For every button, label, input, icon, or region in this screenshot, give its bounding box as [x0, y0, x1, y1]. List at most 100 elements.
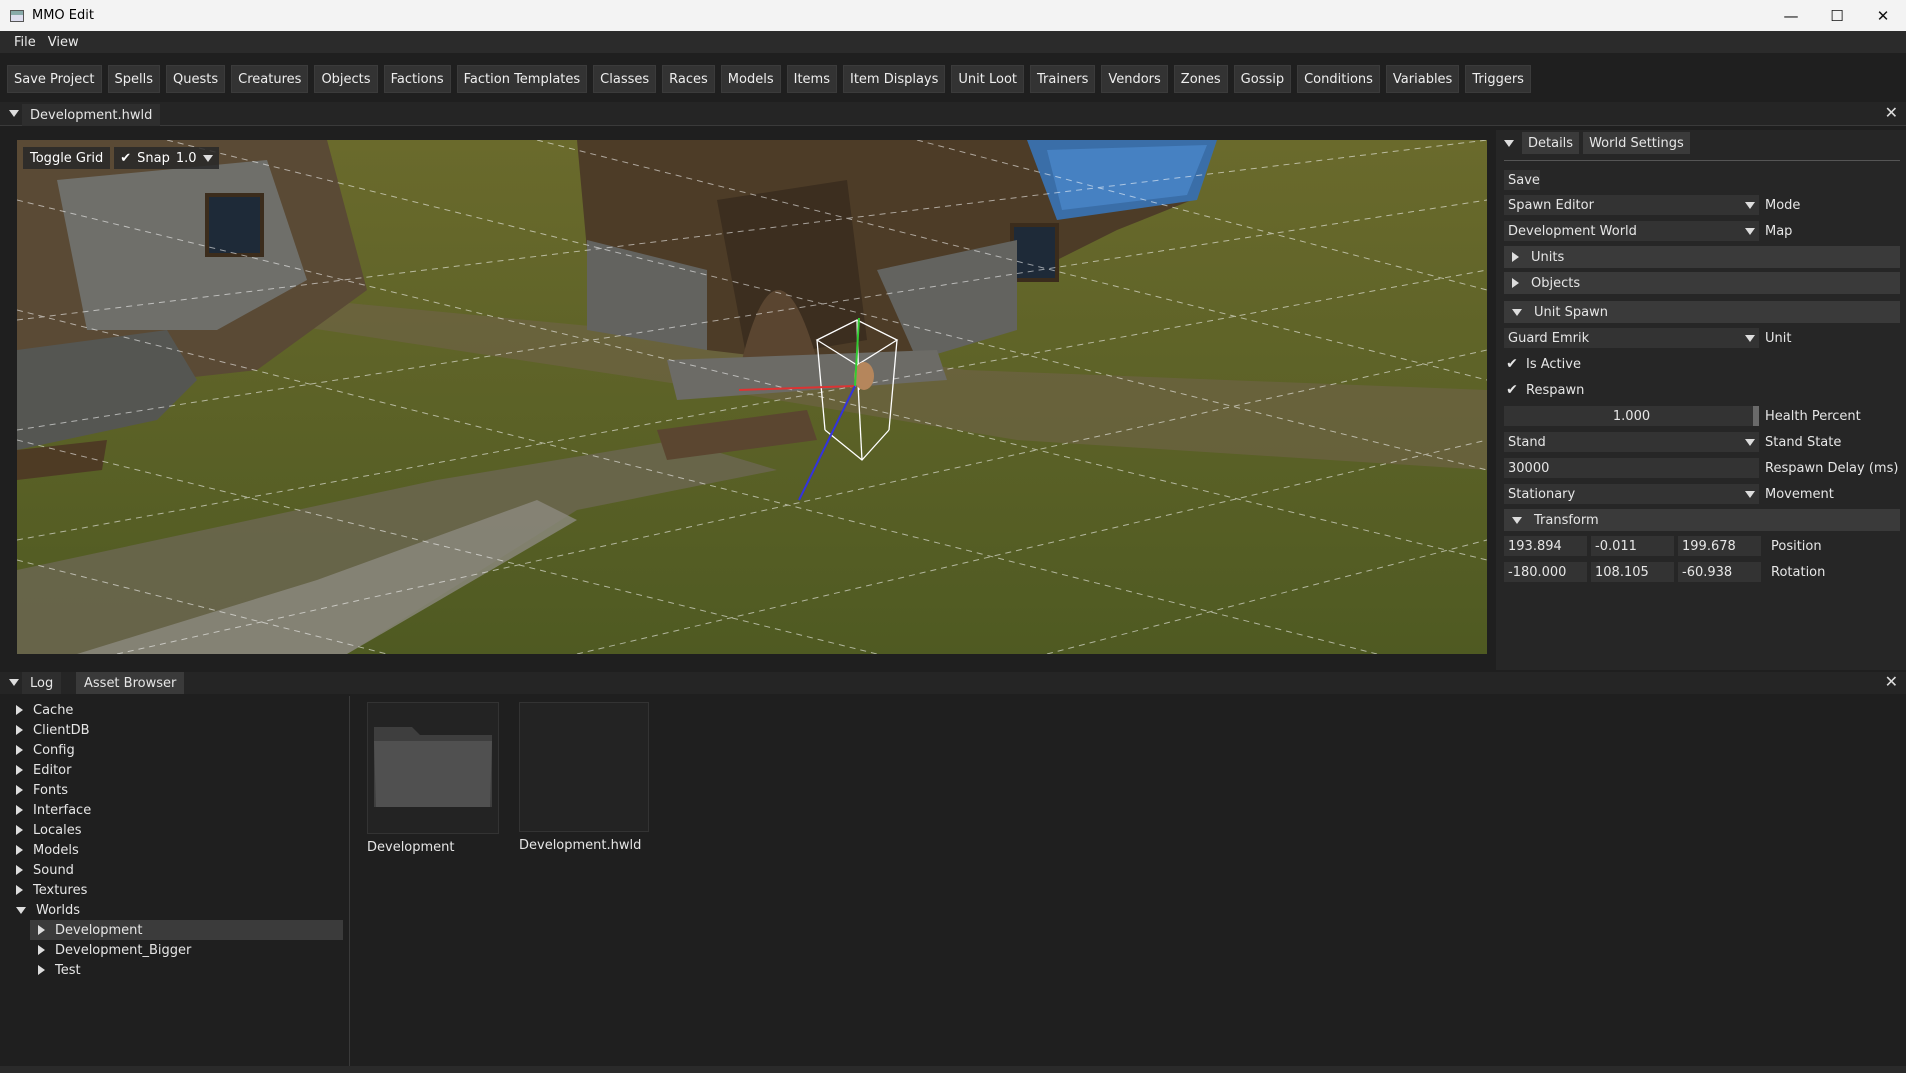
slider-handle[interactable]: [1753, 406, 1759, 426]
tree-item-locales[interactable]: Locales: [16, 820, 81, 840]
document-tab-bar: Development.hwld ✕: [0, 102, 1906, 126]
close-document-icon[interactable]: ✕: [1885, 103, 1898, 122]
tree-item-editor[interactable]: Editor: [16, 760, 71, 780]
position-label: Position: [1771, 538, 1822, 554]
mode-value: Spawn Editor: [1508, 197, 1594, 213]
snap-value-select[interactable]: 1.0: [176, 151, 197, 166]
health-percent-slider[interactable]: 1.000: [1504, 406, 1759, 426]
conditions-button[interactable]: Conditions: [1297, 65, 1380, 93]
tab-development-hwld[interactable]: Development.hwld: [22, 104, 161, 126]
snap-checkbox[interactable]: ✔: [120, 151, 131, 166]
tree-item-label: Interface: [33, 802, 92, 818]
tab-menu-icon[interactable]: [9, 110, 19, 117]
rotation-x-input[interactable]: -180.000: [1504, 562, 1587, 582]
chevron-down-icon: [1512, 516, 1522, 524]
objects-section-label: Objects: [1531, 275, 1581, 291]
mode-label: Mode: [1765, 197, 1801, 213]
classes-button[interactable]: Classes: [593, 65, 657, 93]
objects-section-header[interactable]: Objects: [1504, 272, 1900, 294]
tree-item-sound[interactable]: Sound: [16, 860, 74, 880]
faction-templates-button[interactable]: Faction Templates: [456, 65, 588, 93]
tree-item-development[interactable]: Development: [30, 920, 343, 940]
quests-button[interactable]: Quests: [166, 65, 226, 93]
tree-item-interface[interactable]: Interface: [16, 800, 91, 820]
tree-item-cache[interactable]: Cache: [16, 700, 73, 720]
items-button[interactable]: Items: [786, 65, 837, 93]
spells-button[interactable]: Spells: [107, 65, 161, 93]
folder-icon: [367, 702, 499, 834]
rotation-z-input[interactable]: -60.938: [1678, 562, 1761, 582]
stand-state-select[interactable]: Stand: [1504, 432, 1759, 452]
toggle-grid-button[interactable]: Toggle Grid: [23, 147, 111, 169]
is-active-checkbox[interactable]: ✔: [1504, 356, 1520, 372]
models-button[interactable]: Models: [720, 65, 781, 93]
tree-item-config[interactable]: Config: [16, 740, 75, 760]
save-project-button[interactable]: Save Project: [7, 65, 102, 93]
respawn-delay-input[interactable]: 30000: [1504, 458, 1759, 478]
app-icon: [10, 9, 24, 22]
triggers-button[interactable]: Triggers: [1465, 65, 1531, 93]
asset-item-development[interactable]: Development: [367, 702, 499, 855]
asset-item-development-hwld[interactable]: Development.hwld: [519, 702, 649, 853]
position-x-input[interactable]: 193.894: [1504, 536, 1587, 556]
chevron-down-icon: [1745, 438, 1755, 446]
respawn-checkbox[interactable]: ✔: [1504, 382, 1520, 398]
tab-details[interactable]: Details: [1522, 132, 1580, 154]
zones-button[interactable]: Zones: [1173, 65, 1228, 93]
tree-item-textures[interactable]: Textures: [16, 880, 87, 900]
tree-item-label: Fonts: [33, 782, 69, 798]
menu-view[interactable]: View: [42, 35, 85, 50]
close-window-button[interactable]: ✕: [1860, 0, 1906, 31]
map-select[interactable]: Development World: [1504, 221, 1759, 241]
tab-asset-browser[interactable]: Asset Browser: [76, 672, 185, 694]
factions-button[interactable]: Factions: [383, 65, 451, 93]
snap-control: ✔ Snap 1.0: [114, 147, 219, 169]
tree-item-worlds[interactable]: Worlds: [16, 900, 80, 920]
vendors-button[interactable]: Vendors: [1101, 65, 1168, 93]
tree-item-label: Config: [33, 742, 75, 758]
unit-loot-button[interactable]: Unit Loot: [951, 65, 1025, 93]
tree-item-clientdb[interactable]: ClientDB: [16, 720, 90, 740]
save-button[interactable]: Save: [1504, 170, 1540, 190]
tree-item-label: Test: [55, 962, 81, 978]
movement-select[interactable]: Stationary: [1504, 484, 1759, 504]
transform-section-header[interactable]: Transform: [1504, 509, 1900, 531]
chevron-down-icon: [1512, 308, 1522, 316]
tree-item-models[interactable]: Models: [16, 840, 79, 860]
maximize-button[interactable]: ☐: [1814, 0, 1860, 31]
mode-select[interactable]: Spawn Editor: [1504, 195, 1759, 215]
menu-file[interactable]: File: [8, 35, 42, 50]
tab-menu-icon[interactable]: [9, 679, 19, 686]
close-bottom-panel-icon[interactable]: ✕: [1885, 672, 1898, 691]
creatures-button[interactable]: Creatures: [231, 65, 309, 93]
chevron-right-icon: [16, 885, 23, 895]
tree-item-label: Sound: [33, 862, 74, 878]
tree-item-development-bigger[interactable]: Development_Bigger: [38, 940, 191, 960]
tab-world-settings[interactable]: World Settings: [1583, 132, 1690, 154]
chevron-down-icon[interactable]: [202, 154, 213, 162]
trainers-button[interactable]: Trainers: [1030, 65, 1096, 93]
snap-label: Snap: [137, 150, 170, 166]
position-y-input[interactable]: -0.011: [1591, 536, 1674, 556]
unit-select[interactable]: Guard Emrik: [1504, 328, 1759, 348]
tree-item-label: Development_Bigger: [55, 942, 192, 958]
tree-item-fonts[interactable]: Fonts: [16, 780, 68, 800]
world-viewport[interactable]: Toggle Grid ✔ Snap 1.0: [17, 140, 1487, 654]
units-section-header[interactable]: Units: [1504, 246, 1900, 268]
races-button[interactable]: Races: [662, 65, 715, 93]
tree-item-test[interactable]: Test: [38, 960, 81, 980]
variables-button[interactable]: Variables: [1385, 65, 1460, 93]
gossip-button[interactable]: Gossip: [1233, 65, 1292, 93]
objects-button[interactable]: Objects: [314, 65, 378, 93]
minimize-button[interactable]: —: [1768, 0, 1814, 31]
position-z-input[interactable]: 199.678: [1678, 536, 1761, 556]
panel-menu-icon[interactable]: [1504, 139, 1514, 147]
tab-log[interactable]: Log: [22, 672, 62, 694]
unit-label: Unit: [1765, 330, 1792, 346]
tree-item-label: Textures: [33, 882, 88, 898]
asset-name: Development: [367, 840, 455, 855]
unit-spawn-section-header[interactable]: Unit Spawn: [1504, 301, 1900, 323]
rotation-y-input[interactable]: 108.105: [1591, 562, 1674, 582]
item-displays-button[interactable]: Item Displays: [842, 65, 946, 93]
chevron-right-icon: [16, 765, 23, 775]
